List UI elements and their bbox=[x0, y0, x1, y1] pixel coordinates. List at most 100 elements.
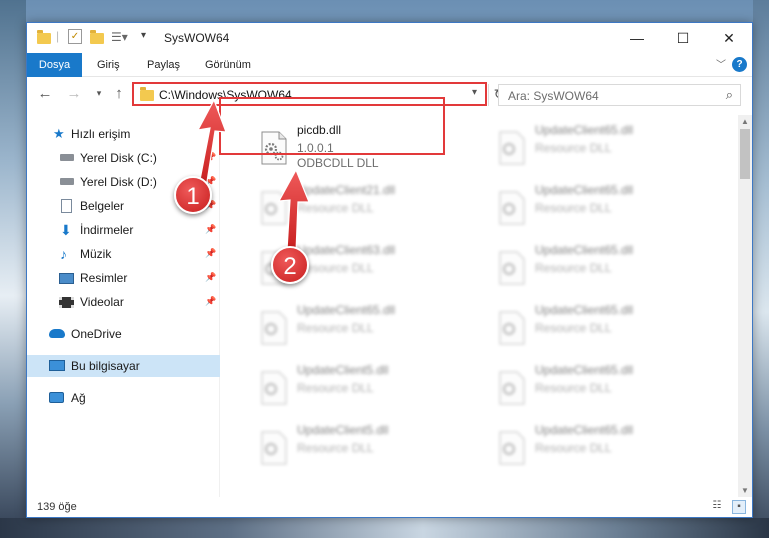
pictures-icon bbox=[59, 273, 74, 284]
sidebar-item-music[interactable]: ♪ Müzik 📌 bbox=[27, 243, 220, 265]
file-item[interactable]: UpdateClient5.dll Resource DLL bbox=[249, 417, 469, 477]
sidebar-item-label: İndirmeler bbox=[80, 223, 134, 237]
minimize-button[interactable]: — bbox=[614, 23, 660, 53]
sidebar-item-onedrive[interactable]: OneDrive bbox=[27, 323, 220, 345]
large-icons-view-icon[interactable]: ▪ bbox=[732, 500, 746, 514]
file-item[interactable]: UpdateClient65.dll Resource DLL bbox=[487, 237, 707, 297]
file-description: Resource DLL bbox=[297, 321, 374, 335]
up-arrow-icon[interactable]: ↑ bbox=[109, 85, 129, 102]
pin-icon[interactable]: 📌 bbox=[205, 248, 216, 259]
back-arrow-icon[interactable]: ← bbox=[35, 85, 55, 102]
window-title: SysWOW64 bbox=[164, 31, 230, 45]
separator: | bbox=[56, 29, 60, 43]
file-item[interactable]: UpdateClient21.dll Resource DLL bbox=[249, 177, 469, 237]
sidebar-item-label: Hızlı erişim bbox=[71, 127, 131, 141]
pin-icon[interactable]: 📌 bbox=[205, 152, 216, 163]
desktop-background bbox=[0, 518, 769, 538]
navigation-pane: ★ Hızlı erişim Yerel Disk (C:) 📌 Yerel D… bbox=[27, 115, 220, 497]
search-placeholder: Ara: SysWOW64 bbox=[508, 89, 599, 103]
sidebar-item-pictures[interactable]: Resimler 📌 bbox=[27, 267, 220, 289]
computer-icon bbox=[49, 360, 65, 371]
chevron-down-icon[interactable]: ▾ bbox=[472, 87, 477, 98]
folder-icon bbox=[140, 87, 154, 101]
sidebar-item-label: Ağ bbox=[71, 391, 86, 405]
pin-icon[interactable]: 📌 bbox=[205, 224, 216, 235]
dll-file-icon bbox=[499, 311, 525, 345]
file-description: Resource DLL bbox=[535, 261, 612, 275]
file-item[interactable]: UpdateClient65.dll Resource DLL bbox=[487, 417, 707, 477]
file-item[interactable]: UpdateClient65.dll Resource DLL bbox=[487, 117, 707, 177]
sidebar-item-label: Videolar bbox=[80, 295, 124, 309]
vertical-scrollbar[interactable]: ▲ ▼ bbox=[738, 115, 752, 497]
videos-icon bbox=[59, 297, 74, 308]
file-description: Resource DLL bbox=[535, 141, 612, 155]
sidebar-item-label: Bu bilgisayar bbox=[71, 359, 140, 373]
tab-view[interactable]: Görünüm bbox=[193, 53, 263, 77]
sidebar-item-videos[interactable]: Videolar 📌 bbox=[27, 291, 220, 313]
sidebar-item-this-pc[interactable]: Bu bilgisayar bbox=[27, 355, 220, 377]
item-count: 139 öğe bbox=[37, 501, 77, 513]
file-description: Resource DLL bbox=[297, 381, 374, 395]
dll-file-icon bbox=[499, 191, 525, 225]
sidebar-item-label: OneDrive bbox=[71, 327, 122, 341]
file-name: UpdateClient5.dll bbox=[297, 423, 389, 437]
sidebar-item-local-disk-c[interactable]: Yerel Disk (C:) 📌 bbox=[27, 147, 220, 169]
new-folder-icon[interactable] bbox=[90, 30, 104, 47]
file-item[interactable]: UpdateClient5.dll Resource DLL bbox=[249, 357, 469, 417]
scroll-down-icon[interactable]: ▼ bbox=[738, 486, 752, 495]
step-1-badge: 1 bbox=[174, 176, 212, 214]
pin-icon[interactable]: 📌 bbox=[205, 272, 216, 283]
desktop-background bbox=[753, 0, 769, 538]
expand-ribbon-icon[interactable]: ﹀ bbox=[716, 56, 726, 71]
highlight-box-file bbox=[219, 97, 445, 155]
folder-icon[interactable] bbox=[37, 30, 51, 47]
search-icon[interactable]: ⌕ bbox=[726, 87, 733, 103]
dll-file-icon bbox=[261, 431, 287, 465]
file-name: UpdateClient65.dll bbox=[535, 363, 634, 377]
file-name: UpdateClient65.dll bbox=[297, 303, 396, 317]
file-name: UpdateClient5.dll bbox=[297, 363, 389, 377]
drive-icon bbox=[60, 178, 74, 185]
sidebar-item-quick-access[interactable]: ★ Hızlı erişim bbox=[27, 123, 220, 145]
tab-home[interactable]: Giriş bbox=[85, 53, 132, 77]
file-description: ODBCDLL DLL bbox=[297, 156, 379, 170]
file-description: Resource DLL bbox=[535, 321, 612, 335]
tab-share[interactable]: Paylaş bbox=[135, 53, 192, 77]
close-button[interactable]: ✕ bbox=[706, 23, 752, 53]
file-item[interactable]: UpdateClient65.dll Resource DLL bbox=[487, 357, 707, 417]
ribbon-tabs: Dosya Giriş Paylaş Görünüm ﹀ ? bbox=[27, 53, 752, 77]
sidebar-item-label: Müzik bbox=[80, 247, 112, 261]
dll-file-icon bbox=[499, 251, 525, 285]
sidebar-item-label: Resimler bbox=[80, 271, 128, 285]
star-icon: ★ bbox=[53, 126, 65, 141]
help-icon[interactable]: ? bbox=[732, 57, 747, 72]
pin-icon[interactable]: 📌 bbox=[205, 296, 216, 307]
sidebar-item-downloads[interactable]: ⬇ İndirmeler 📌 bbox=[27, 219, 220, 241]
properties-icon[interactable]: ✓ bbox=[68, 29, 82, 44]
file-description: Resource DLL bbox=[297, 201, 374, 215]
status-bar: 139 öğe ☷ ▪ bbox=[27, 497, 752, 517]
file-description: Resource DLL bbox=[535, 201, 612, 215]
recent-locations-icon[interactable]: ▾ bbox=[89, 88, 109, 99]
scroll-thumb[interactable] bbox=[740, 129, 750, 179]
file-item[interactable]: UpdateClient65.dll Resource DLL bbox=[249, 297, 469, 357]
file-item[interactable]: UpdateClient65.dll Resource DLL bbox=[487, 297, 707, 357]
search-input[interactable]: Ara: SysWOW64 ⌕ bbox=[498, 84, 741, 106]
details-view-icon[interactable]: ☷ bbox=[710, 500, 724, 514]
file-description: Resource DLL bbox=[535, 381, 612, 395]
file-item[interactable]: UpdateClient65.dll Resource DLL bbox=[487, 177, 707, 237]
maximize-button[interactable]: ☐ bbox=[660, 23, 706, 53]
file-description: Resource DLL bbox=[297, 441, 374, 455]
sidebar-item-network[interactable]: Ağ bbox=[27, 387, 220, 409]
scroll-up-icon[interactable]: ▲ bbox=[738, 117, 752, 126]
desktop-background bbox=[0, 0, 26, 538]
customize-toolbar-icon[interactable]: ☰▾ bbox=[111, 30, 128, 46]
sidebar-item-label: Belgeler bbox=[80, 199, 125, 213]
file-name: UpdateClient65.dll bbox=[535, 243, 634, 257]
sidebar-item-label: Yerel Disk (C:) bbox=[80, 151, 157, 165]
forward-arrow-icon[interactable]: → bbox=[64, 85, 84, 102]
dll-file-icon bbox=[499, 131, 525, 165]
tab-file[interactable]: Dosya bbox=[27, 53, 82, 77]
quick-access-dropdown-icon[interactable]: ▾ bbox=[141, 30, 146, 46]
dll-file-icon bbox=[499, 431, 525, 465]
